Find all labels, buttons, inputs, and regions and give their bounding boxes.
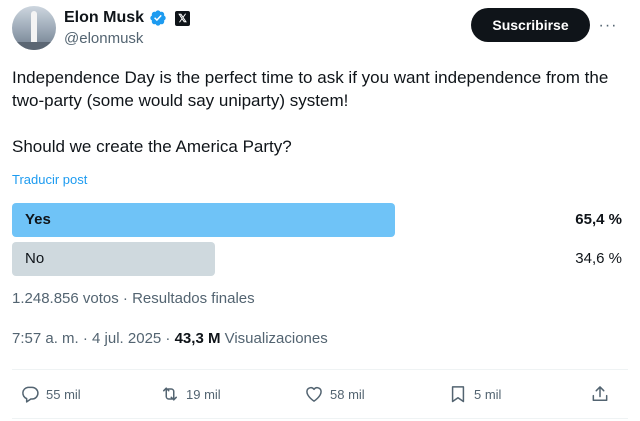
bookmark-icon bbox=[451, 386, 465, 403]
avatar[interactable] bbox=[12, 6, 56, 50]
views-label: Visualizaciones bbox=[220, 330, 328, 347]
views-count: 43,3 M bbox=[174, 330, 221, 347]
poll-meta: 1.248.856 votos · Resultados finales bbox=[12, 290, 255, 307]
name-row: Elon Musk 𝕏 bbox=[64, 8, 191, 28]
repost-button[interactable]: 19 mil bbox=[160, 384, 221, 404]
timestamp-time[interactable]: 7:57 a. m. · 4 jul. 2025 · bbox=[12, 330, 175, 347]
share-button[interactable] bbox=[590, 384, 610, 404]
share-icon bbox=[592, 386, 608, 401]
divider bbox=[12, 369, 628, 370]
reply-button[interactable]: 55 mil bbox=[20, 384, 81, 404]
more-icon[interactable]: ··· bbox=[596, 14, 620, 38]
poll-result-bar bbox=[12, 203, 395, 237]
tweet-paragraph: Independence Day is the perfect time to … bbox=[12, 68, 609, 110]
user-name[interactable]: Elon Musk bbox=[64, 9, 144, 27]
avatar-rocket-graphic bbox=[31, 11, 37, 45]
tweet-header: Elon Musk 𝕏 @elonmusk Suscribirse ··· bbox=[12, 6, 628, 52]
reply-icon bbox=[22, 386, 39, 403]
reply-count: 55 mil bbox=[46, 386, 81, 402]
poll-option-percent: 34,6 % bbox=[575, 250, 622, 267]
poll-option-percent: 65,4 % bbox=[575, 211, 622, 228]
tweet-text: Independence Day is the perfect time to … bbox=[12, 66, 628, 181]
poll: Yes 65,4 % No 34,6 % bbox=[12, 202, 622, 280]
like-count: 58 mil bbox=[330, 386, 365, 402]
poll-option: Yes 65,4 % bbox=[12, 202, 622, 238]
verified-icon[interactable] bbox=[149, 9, 167, 27]
poll-option-label: No bbox=[25, 250, 45, 267]
tweet-timestamp: 7:57 a. m. · 4 jul. 2025 · 43,3 M Visual… bbox=[12, 330, 328, 347]
like-icon bbox=[306, 386, 322, 402]
translate-link[interactable]: Traducir post bbox=[12, 172, 87, 187]
subscribe-button[interactable]: Suscribirse bbox=[471, 8, 590, 42]
avatar-ground-graphic bbox=[12, 42, 56, 50]
tweet-paragraph: Should we create the America Party? bbox=[12, 137, 292, 156]
repost-count: 19 mil bbox=[186, 386, 221, 402]
bookmark-button[interactable]: 5 mil bbox=[448, 384, 501, 404]
action-bar: 55 mil 19 mil 58 mil 5 mil bbox=[12, 372, 628, 418]
user-handle[interactable]: @elonmusk bbox=[64, 30, 143, 47]
bookmark-count: 5 mil bbox=[474, 386, 502, 402]
poll-option: No 34,6 % bbox=[12, 241, 622, 277]
repost-icon bbox=[163, 387, 177, 401]
x-affiliation-icon[interactable]: 𝕏 bbox=[175, 10, 191, 26]
poll-option-label: Yes bbox=[25, 211, 51, 228]
like-button[interactable]: 58 mil bbox=[304, 384, 365, 404]
divider bbox=[12, 418, 628, 419]
